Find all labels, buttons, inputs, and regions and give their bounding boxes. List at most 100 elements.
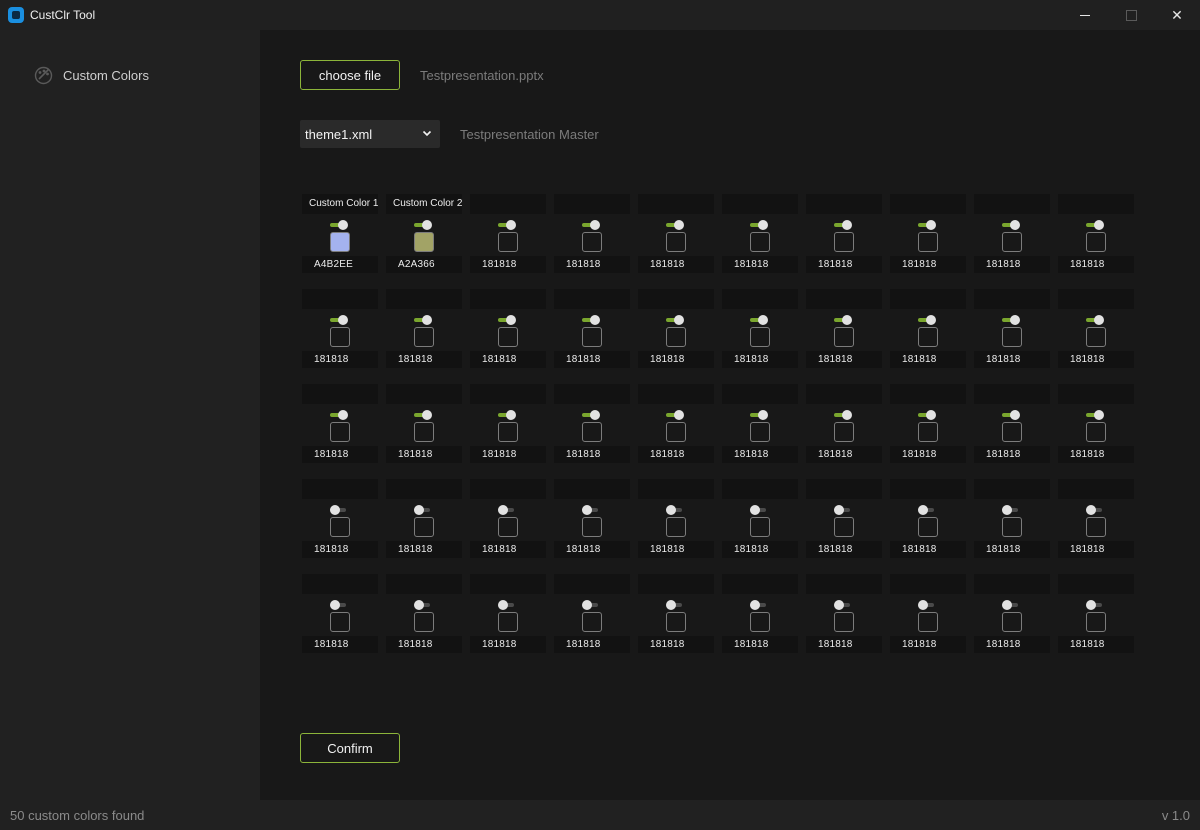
hex-value-field[interactable]: A2A366 [386,256,462,273]
color-name-field[interactable] [638,289,714,309]
color-enable-toggle[interactable] [1086,505,1102,515]
hex-value-field[interactable]: 181818 [974,541,1050,558]
color-name-field[interactable] [470,384,546,404]
color-swatch[interactable] [750,612,770,632]
color-swatch[interactable] [834,232,854,252]
color-swatch[interactable] [918,612,938,632]
color-swatch[interactable] [498,422,518,442]
hex-value-field[interactable]: 181818 [722,541,798,558]
hex-value-field[interactable]: 181818 [806,351,882,368]
color-swatch[interactable] [918,517,938,537]
color-swatch[interactable] [330,232,350,252]
hex-value-field[interactable]: 181818 [470,446,546,463]
color-swatch[interactable] [330,517,350,537]
color-enable-toggle[interactable] [582,410,600,420]
confirm-button[interactable]: Confirm [300,733,400,763]
hex-value-field[interactable]: 181818 [638,636,714,653]
hex-value-field[interactable]: 181818 [386,636,462,653]
color-name-field[interactable] [722,479,798,499]
color-name-field[interactable] [554,194,630,214]
color-swatch[interactable] [1002,612,1022,632]
color-swatch[interactable] [582,232,602,252]
color-swatch[interactable] [582,327,602,347]
color-enable-toggle[interactable] [834,505,850,515]
color-name-field[interactable] [722,289,798,309]
color-enable-toggle[interactable] [918,600,934,610]
hex-value-field[interactable]: 181818 [1058,351,1134,368]
color-name-field[interactable] [722,574,798,594]
color-swatch[interactable] [918,232,938,252]
color-name-field[interactable] [722,384,798,404]
color-enable-toggle[interactable] [750,505,766,515]
color-swatch[interactable] [1002,422,1022,442]
choose-file-button[interactable]: choose file [300,60,400,90]
color-enable-toggle[interactable] [582,220,600,230]
color-enable-toggle[interactable] [330,315,348,325]
color-swatch[interactable] [498,517,518,537]
color-enable-toggle[interactable] [750,315,768,325]
color-name-field[interactable] [890,194,966,214]
color-enable-toggle[interactable] [666,220,684,230]
hex-value-field[interactable]: 181818 [302,636,378,653]
color-enable-toggle[interactable] [666,600,682,610]
color-enable-toggle[interactable] [1002,315,1020,325]
color-name-field[interactable] [1058,479,1134,499]
hex-value-field[interactable]: 181818 [974,446,1050,463]
color-swatch[interactable] [414,422,434,442]
color-name-field[interactable] [302,479,378,499]
color-name-field[interactable] [890,479,966,499]
color-enable-toggle[interactable] [582,315,600,325]
hex-value-field[interactable]: 181818 [722,446,798,463]
color-name-field[interactable]: Custom Color 2 [386,194,462,214]
color-swatch[interactable] [834,327,854,347]
hex-value-field[interactable]: 181818 [974,256,1050,273]
color-enable-toggle[interactable] [582,505,598,515]
color-swatch[interactable] [582,517,602,537]
theme-select[interactable]: theme1.xml [300,120,440,148]
minimize-button[interactable] [1062,0,1108,30]
color-enable-toggle[interactable] [498,315,516,325]
color-name-field[interactable] [722,194,798,214]
color-enable-toggle[interactable] [918,505,934,515]
color-enable-toggle[interactable] [330,600,346,610]
color-name-field[interactable] [806,289,882,309]
color-swatch[interactable] [666,422,686,442]
hex-value-field[interactable]: 181818 [302,446,378,463]
hex-value-field[interactable]: 181818 [974,636,1050,653]
color-swatch[interactable] [414,612,434,632]
hex-value-field[interactable]: 181818 [890,541,966,558]
color-name-field[interactable] [1058,194,1134,214]
color-swatch[interactable] [1086,422,1106,442]
color-swatch[interactable] [834,422,854,442]
color-name-field[interactable] [806,574,882,594]
color-swatch[interactable] [750,422,770,442]
color-name-field[interactable]: Custom Color 1 [302,194,378,214]
color-name-field[interactable] [302,384,378,404]
hex-value-field[interactable]: 181818 [1058,541,1134,558]
color-swatch[interactable] [582,422,602,442]
color-enable-toggle[interactable] [1002,410,1020,420]
color-swatch[interactable] [582,612,602,632]
color-swatch[interactable] [834,612,854,632]
color-enable-toggle[interactable] [414,410,432,420]
color-enable-toggle[interactable] [1002,505,1018,515]
color-swatch[interactable] [1086,327,1106,347]
color-swatch[interactable] [498,327,518,347]
hex-value-field[interactable]: 181818 [974,351,1050,368]
color-swatch[interactable] [1002,517,1022,537]
color-name-field[interactable] [386,574,462,594]
color-name-field[interactable] [386,479,462,499]
color-name-field[interactable] [890,574,966,594]
color-swatch[interactable] [330,422,350,442]
color-enable-toggle[interactable] [666,410,684,420]
sidebar-item-custom-colors[interactable]: Custom Colors [34,66,149,84]
color-name-field[interactable] [806,384,882,404]
hex-value-field[interactable]: 181818 [1058,446,1134,463]
color-enable-toggle[interactable] [918,220,936,230]
color-name-field[interactable] [1058,384,1134,404]
color-enable-toggle[interactable] [834,315,852,325]
color-enable-toggle[interactable] [582,600,598,610]
color-name-field[interactable] [890,289,966,309]
color-swatch[interactable] [498,612,518,632]
hex-value-field[interactable]: 181818 [554,541,630,558]
